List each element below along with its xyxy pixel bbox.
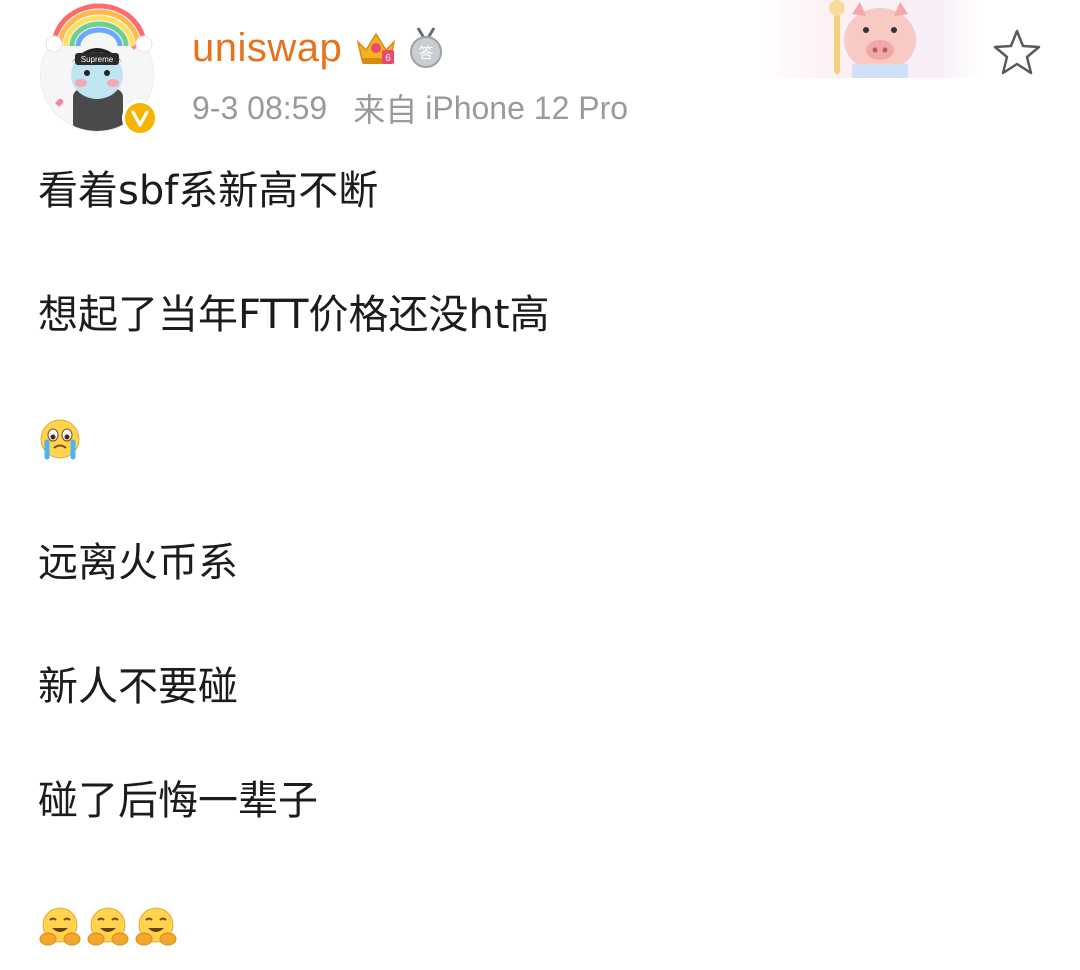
post-line: 远离火币系 [38, 540, 238, 586]
post-line: 新人不要碰 [38, 664, 238, 710]
star-outline-icon [993, 29, 1041, 75]
source-prefix: 来自 [353, 91, 418, 129]
crown-badge-icon[interactable]: 6 [354, 28, 398, 68]
emoji-row [38, 896, 182, 958]
favorite-star-button[interactable] [990, 26, 1044, 80]
pig-decoration-card[interactable] [760, 0, 980, 78]
post-line: 碰了后悔一辈子 [38, 778, 318, 824]
hugging-face-emoji [39, 907, 81, 946]
svg-text:6: 6 [385, 53, 391, 64]
username-row: uniswap 6 答 [192, 20, 444, 76]
post-line: 想起了当年FTT价格还没ht高 [38, 292, 550, 338]
svg-text:答: 答 [419, 44, 434, 62]
avatar-label: Supreme [81, 55, 114, 64]
emoji-row [38, 408, 86, 470]
post-timestamp: 9-3 08:59 [192, 89, 328, 126]
verified-v-icon [122, 100, 158, 136]
username-link[interactable]: uniswap [192, 26, 342, 71]
crying-face-emoji [40, 419, 80, 460]
avatar[interactable]: Supreme [38, 3, 158, 136]
hugging-face-emoji [87, 907, 129, 946]
rainbow-decoration-icon [45, 3, 153, 52]
post-source: iPhone 12 Pro [425, 89, 629, 126]
answer-medal-icon[interactable]: 答 [408, 26, 444, 70]
post-line: 看着sbf系新高不断 [38, 168, 379, 214]
post-meta: 9-3 08:59 来自 iPhone 12 Pro [192, 84, 628, 132]
post-header: Supreme uniswap 6 答 9-3 08:59 来自 iPhone … [0, 0, 1080, 140]
hugging-face-emoji [135, 907, 177, 946]
